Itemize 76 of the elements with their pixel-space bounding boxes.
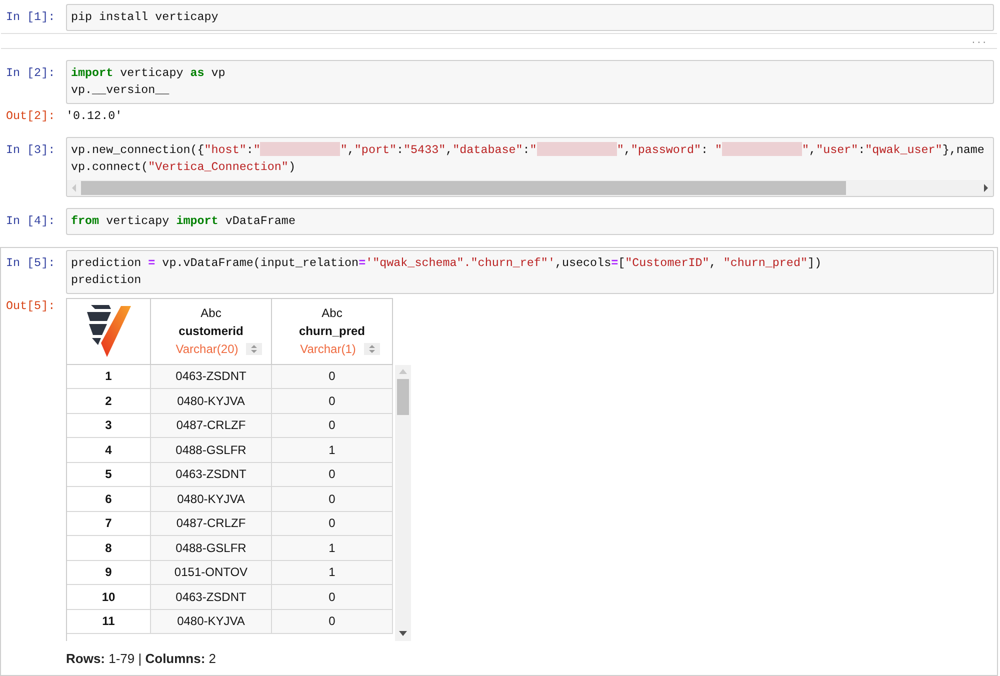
notebook-cell[interactable]: In [1]: pip install verticapy ... [0,1,998,52]
horizontal-scrollbar[interactable] [67,180,993,196]
vertical-scrollbar[interactable] [395,364,411,641]
code-editor[interactable]: vp.new_connection({"host":" ","port":"5433","database":" ","password": " ","user":"qwak_user"},name vp.connect("Vertica_Connection") [66,136,994,197]
table-cell: 0 [272,414,393,438]
row-index: 3 [67,414,151,438]
code-line: vp.__version__ [71,82,170,99]
row-index: 1 [67,364,151,390]
table-cell: 1 [272,438,393,463]
table-cell: 0 [272,487,393,512]
row-index: 10 [67,585,151,610]
table-cell: 0 [272,512,393,536]
row-index: 11 [67,610,151,634]
output-prompt: Out[2]: [5,108,56,125]
input-prompt: In [4]: [5,212,56,230]
table-cell: 0151-ONTOV [151,560,272,586]
notebook-cell[interactable] [0,246,998,676]
table-cell: 0463-ZSDNT [151,364,272,390]
input-prompt: In [3]: [5,142,56,159]
table-cell: 0487-CRLZF [151,512,272,536]
code-editor[interactable]: pip install verticapy [66,4,994,31]
input-prompt: In [5]: [5,254,56,272]
row-index: 9 [67,560,151,586]
code-line: vp.new_connection({"host":" ","port":"5433","database":" ","password": " ","user":"qwak_user"},name [71,142,986,159]
notebook-cell[interactable]: In [2]: import verticapy as vp vp.__version__ Out[2]: '0.12.0' [0,57,998,129]
table-cell: 1 [272,560,393,586]
code-editor[interactable]: import verticapy as vp vp.__version__ [66,60,994,104]
table-cell: 0480-KYJVA [151,389,272,414]
code-line: from verticapy import vDataFrame [71,212,296,230]
collapsed-output[interactable]: ... [1,33,997,49]
table-cell: 1 [272,536,393,561]
column-type: Abc [322,305,342,322]
row-index: 2 [67,389,151,414]
table-cell: 0480-KYJVA [151,610,272,634]
table-cell: 0488-GSLFR [151,536,272,561]
output-text: '0.12.0' [66,108,122,125]
code-line: vp.connect("Vertica_Connection") [71,158,296,176]
row-index: 4 [67,438,151,463]
row-index: 6 [67,487,151,512]
scrollbar-thumb[interactable] [81,180,846,195]
logo-icon [86,305,130,358]
notebook-cell[interactable]: In [4]: from verticapy import vDataFrame [0,204,998,238]
table-summary: Rows: 1-79 | Columns: 2 [66,650,218,668]
table-cell: 0487-CRLZF [151,414,272,438]
table-cell: 0480-KYJVA [151,487,272,512]
table-cell: 0 [272,364,393,390]
row-index: 5 [67,462,151,488]
code-line: prediction [71,272,142,289]
table-cell: 0488-GSLFR [151,438,272,463]
table-cell: 0 [272,585,393,610]
code-line: prediction = vp.vDataFrame(input_relation='"qwak_schema"."churn_ref"',usecols=["CustomerID", "churn_pred"]) [71,254,823,272]
table-cell: 0 [272,462,393,488]
code-line: import verticapy as vp [71,65,226,82]
table-cell: 0463-ZSDNT [151,585,272,610]
table-cell: 0 [272,389,393,414]
column-dtype: Varchar(1) [300,341,356,358]
column-name: customerid [178,323,244,340]
row-index: 7 [67,512,151,536]
notebook-cell[interactable]: In [3]: vp.new_connection({"host":" ","port":"5433","database":" ","password": " ","user":"qwak_user"},name vp.connect("Vertica_Connection") [0,134,998,200]
scrollbar-thumb[interactable] [397,378,409,415]
row-index: 8 [67,536,151,561]
input-prompt: In [2]: [5,65,56,82]
table-cell: 0463-ZSDNT [151,462,272,488]
scroll-up-icon[interactable] [399,369,407,374]
code-editor[interactable]: from verticapy import vDataFrame [66,208,994,235]
column-type: Abc [200,305,222,322]
code-line: pip install verticapy [71,9,220,26]
scroll-down-icon[interactable] [399,631,407,636]
column-name: churn_pred [298,323,365,340]
input-prompt: In [1]: [5,9,56,26]
table-cell: 0 [272,610,393,634]
sort-icon[interactable] [246,343,262,356]
sort-icon[interactable] [364,343,380,356]
code-editor[interactable]: prediction = vp.vDataFrame(input_relation='"qwak_schema"."churn_ref"',usecols=["CustomerID", "churn_pred"]) prediction [66,250,994,294]
column-dtype: Varchar(20) [176,341,238,358]
output-prompt: Out[5]: [5,298,56,315]
